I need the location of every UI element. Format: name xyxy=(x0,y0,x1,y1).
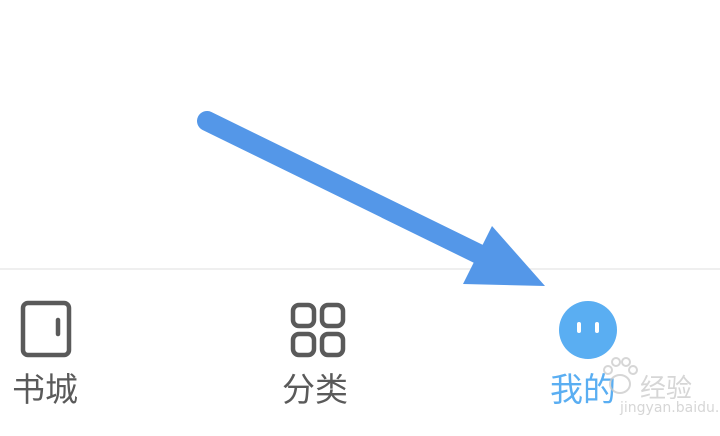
grid-icon xyxy=(290,302,346,358)
tab-bookstore[interactable]: 书城 xyxy=(0,268,240,436)
app-screen: 书城 分类 我的 经验 jingyan.baidu. xyxy=(0,0,720,436)
content-area xyxy=(0,0,720,268)
tab-category[interactable]: 分类 xyxy=(240,268,480,436)
tab-label-mine: 我的 xyxy=(550,370,616,409)
book-icon xyxy=(20,300,72,358)
tab-label-bookstore: 书城 xyxy=(12,370,78,409)
tabbar-divider xyxy=(0,268,720,270)
bottom-tab-bar: 书城 分类 我的 xyxy=(0,268,720,436)
face-icon xyxy=(559,301,617,359)
tab-mine[interactable]: 我的 xyxy=(480,268,720,436)
tab-label-category: 分类 xyxy=(282,370,348,409)
